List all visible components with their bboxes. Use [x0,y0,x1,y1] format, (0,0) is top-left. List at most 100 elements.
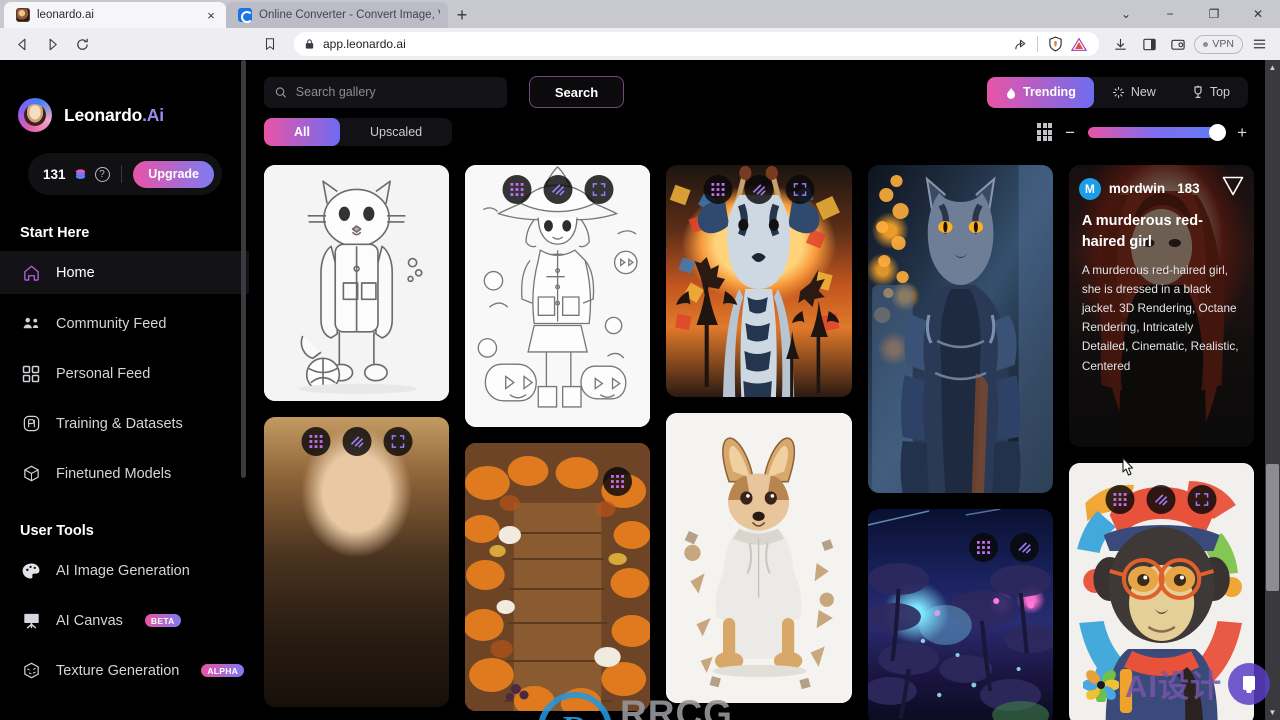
downloads-icon[interactable] [1107,31,1133,57]
sidebar-item-finetuned-models[interactable]: Finetuned Models [0,452,249,495]
magic-forest-card[interactable] [867,509,1053,720]
sidebar-item-label: AI Image Generation [56,562,190,579]
grid-icon [20,363,42,385]
sidebar-item-label: Finetuned Models [56,465,172,482]
filter-tab-all[interactable]: All [264,118,340,146]
sidebar-item-personal-feed[interactable]: Personal Feed [0,352,249,395]
expand-icon[interactable] [584,175,614,204]
search-gallery-box[interactable] [264,76,507,108]
tab-label: Top [1209,85,1230,99]
zoom-in-button[interactable]: + [1237,124,1247,141]
sidebar-item-training-datasets[interactable]: Training & Datasets [0,402,249,445]
search-input[interactable] [295,85,496,99]
tab-title: leonardo.ai [37,9,94,21]
variation-icon[interactable] [342,427,372,456]
section-label-start-here: Start Here [20,225,90,241]
minimize-button[interactable]: − [1148,0,1192,28]
chihuahua-card[interactable] [666,413,852,703]
bookmark-icon[interactable] [256,31,284,57]
share-icon[interactable] [1010,34,1030,54]
search-button[interactable]: Search [529,76,624,108]
upgrade-button[interactable]: Upgrade [133,160,214,188]
scroll-down-arrow[interactable]: ▼ [1265,705,1280,720]
monkey-art-card[interactable] [1068,463,1255,720]
upscale-icon[interactable] [603,467,633,496]
vpn-status-pill[interactable]: VPN [1194,34,1243,54]
new-tab-button[interactable]: + [448,2,476,28]
variation-icon[interactable] [543,175,573,204]
vpn-label: VPN [1212,38,1234,50]
upscale-icon[interactable] [703,175,733,204]
home-icon [20,262,42,284]
avatar[interactable]: M [1078,177,1101,200]
page-scrollbar-th[interactable] [1266,464,1279,591]
reload-button[interactable] [68,31,96,57]
brave-leo-icon[interactable] [1069,34,1089,54]
sidebar-item-home[interactable]: Home [0,251,249,294]
sidebar-scrollbar-thumb[interactable] [241,60,246,478]
upscale-icon[interactable] [301,427,331,456]
zoom-slider[interactable] [1088,123,1227,141]
scroll-up-arrow[interactable]: ▲ [1265,60,1280,75]
upscale-icon[interactable] [502,175,532,204]
halloween-girl-card[interactable] [465,165,651,427]
back-button[interactable] [8,31,36,57]
sidebar-item-community-feed[interactable]: Community Feed [0,302,249,345]
close-window-button[interactable]: ✕ [1236,0,1280,28]
pumpkin-path-card[interactable] [465,443,651,711]
zoom-slider-knob[interactable] [1209,123,1227,141]
zoom-out-button[interactable]: − [1065,124,1075,141]
sidebar-item-texture-generation[interactable]: Texture Generation ALPHA [0,649,249,692]
gallery-filter-tabs: All Upscaled [264,118,453,146]
address-bar[interactable]: app.leonardo.ai [294,32,1100,56]
app-sidebar: Leonardo.Ai 131 ? Upgrade Start Here Hom… [0,60,249,720]
expand-icon[interactable] [1187,485,1217,514]
sketch-cat-card[interactable] [264,165,450,401]
sidebar-item-ai-image-generation[interactable]: AI Image Generation [0,549,249,592]
sidebar-item-ai-canvas[interactable]: AI Canvas BETA [0,599,249,642]
artwork-image [867,165,1053,493]
tab-new[interactable]: New [1094,77,1174,108]
artwork-image [465,165,651,427]
tab-trending[interactable]: Trending [987,76,1094,108]
cat-warrior-card[interactable] [867,165,1053,493]
browser-menu-icon[interactable] [1246,31,1272,57]
brave-shields-icon[interactable] [1045,34,1065,54]
sidebar-panel-icon[interactable] [1136,31,1162,57]
author-username[interactable]: mordwin [1109,181,1165,196]
sidebar-scrollbar[interactable] [241,60,246,720]
close-tab-icon[interactable]: × [204,9,218,22]
expand-icon[interactable] [785,175,815,204]
browser-tab-leonardo[interactable]: leonardo.ai × [4,2,226,28]
help-icon[interactable]: ? [94,166,110,182]
grid-density-icon[interactable] [1037,123,1053,141]
leonardo-favicon [16,8,30,22]
upscale-icon[interactable] [968,533,998,562]
variation-icon[interactable] [1146,485,1176,514]
sidebar-item-label: Home [56,264,95,281]
expand-icon[interactable] [383,427,413,456]
window-controls: ⌄ − ❐ ✕ [1104,0,1280,28]
maximize-button[interactable]: ❐ [1192,0,1236,28]
page-scrollbar[interactable]: ▲ ▼ [1265,60,1280,720]
tab-top[interactable]: Top [1174,77,1248,108]
browser-tab-converter[interactable]: Online Converter - Convert Image, Vid [226,2,448,28]
variation-icon[interactable] [744,175,774,204]
red-haired-girl-card[interactable]: M mordwin 183 A murderous red-haired gir… [1068,165,1255,447]
page-content: Leonardo.Ai 131 ? Upgrade Start Here Hom… [0,60,1280,720]
artwork-image [264,417,450,707]
variation-icon[interactable] [1009,533,1039,562]
like-icon[interactable] [1222,176,1244,201]
badge-beta: BETA [144,614,181,627]
upscale-icon[interactable] [1105,485,1135,514]
egyptian-woman-card[interactable] [264,417,450,707]
tab-title: Online Converter - Convert Image, Vid [259,9,440,21]
giraffe-poster-card[interactable] [666,165,852,397]
tab-label: Trending [1023,85,1076,99]
tab-search-chevron-icon[interactable]: ⌄ [1104,0,1148,28]
brand-logo-block[interactable]: Leonardo.Ai [0,60,249,132]
section-label-user-tools: User Tools [20,523,94,539]
forward-button[interactable] [38,31,66,57]
wallet-icon[interactable] [1165,31,1191,57]
filter-tab-upscaled[interactable]: Upscaled [340,118,452,146]
